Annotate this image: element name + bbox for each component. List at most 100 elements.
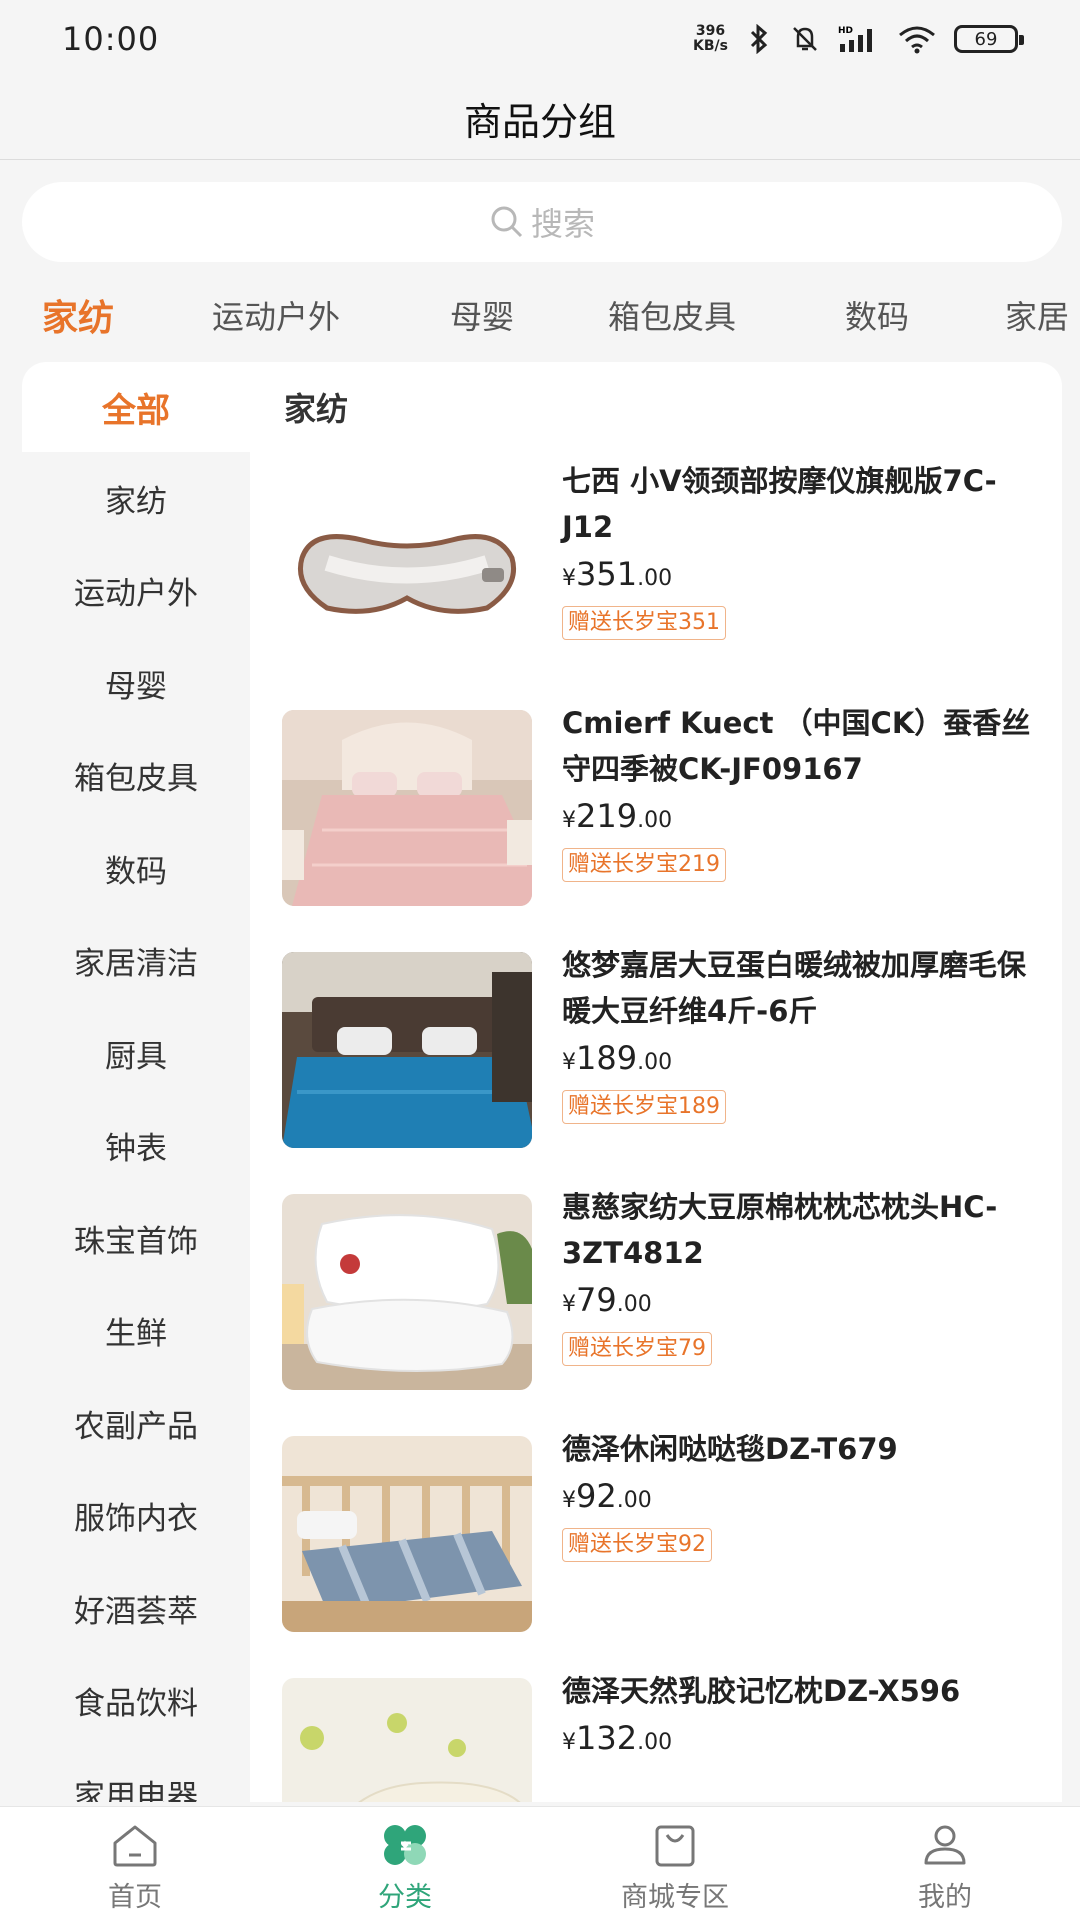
nav-category[interactable]: 分类	[270, 1807, 540, 1920]
home-icon	[113, 1825, 157, 1867]
product-card[interactable]: 七西 小V领颈部按摩仪旗舰版7C-J12 ¥351.00 赠送长岁宝351	[282, 458, 1042, 664]
sidebar-item[interactable]: 食品饮料	[22, 1655, 250, 1748]
price-integer: 132	[576, 1719, 638, 1757]
product-price: ¥351.00	[562, 554, 1042, 600]
price-decimal: .00	[637, 1050, 673, 1075]
section-title: 家纺	[284, 390, 349, 428]
sidebar-item[interactable]: 好酒荟萃	[22, 1562, 250, 1655]
network-speed: 396 KB/s	[693, 24, 728, 54]
sidebar-item[interactable]: 珠宝首饰	[22, 1192, 250, 1285]
pillow-image[interactable]	[282, 1194, 532, 1390]
gift-badge: 赠送长岁宝79	[562, 1332, 712, 1366]
sidebar-item[interactable]: 母婴	[22, 637, 250, 730]
currency-symbol: ¥	[562, 566, 576, 591]
sidebar-item-all[interactable]: 全部	[22, 362, 250, 452]
nav-home[interactable]: 首页	[0, 1807, 270, 1920]
bluetooth-icon	[750, 24, 768, 54]
profile-icon	[924, 1825, 966, 1865]
category-icon	[384, 1825, 426, 1865]
nav-profile-label: 我的	[918, 1882, 972, 1913]
product-price: ¥132.00	[562, 1718, 1042, 1764]
price-integer: 189	[576, 1039, 638, 1077]
sidebar-item[interactable]: 家居清洁	[22, 915, 250, 1008]
content-panel: 全部 家纺 运动户外 母婴 箱包皮具 数码 家居清洁 厨具 钟表 珠宝首饰 生鲜…	[22, 362, 1062, 1802]
product-price: ¥219.00	[562, 796, 1042, 842]
product-card[interactable]: 悠梦嘉居大豆蛋白暖绒被加厚磨毛保暖大豆纤维4斤-6斤 ¥189.00 赠送长岁宝…	[282, 942, 1042, 1148]
currency-symbol: ¥	[562, 808, 576, 833]
battery-level: 69	[974, 28, 998, 50]
blanket-image[interactable]	[282, 1436, 532, 1632]
price-integer: 219	[576, 797, 638, 835]
bottom-nav: 首页 分类 商城专区 我的	[0, 1806, 1080, 1920]
sidebar-item[interactable]: 家用电器	[22, 1747, 250, 1802]
header: 商品分组	[0, 78, 1080, 160]
shopping-bag-icon	[655, 1825, 695, 1867]
price-integer: 351	[576, 555, 638, 593]
product-card[interactable]: 惠慈家纺大豆原棉枕枕芯枕头HC-3ZT4812 ¥79.00 赠送长岁宝79	[282, 1184, 1042, 1390]
sidebar-item[interactable]: 生鲜	[22, 1285, 250, 1378]
neck-massager-image[interactable]	[282, 468, 532, 664]
tab-home[interactable]: 家居	[1005, 292, 1069, 338]
gift-badge: 赠送长岁宝92	[562, 1528, 712, 1562]
svg-text:HD: HD	[838, 26, 853, 36]
product-name: 德泽休闲哒哒毯DZ-T679	[562, 1432, 898, 1466]
currency-symbol: ¥	[562, 1730, 576, 1755]
gift-badge: 赠送长岁宝219	[562, 848, 726, 882]
gift-badge: 赠送长岁宝351	[562, 606, 726, 640]
currency-symbol: ¥	[562, 1292, 576, 1317]
price-decimal: .00	[616, 1488, 652, 1513]
tab-digital[interactable]: 数码	[845, 292, 909, 338]
status-icons: 396 KB/s HD 69	[693, 24, 1024, 54]
search-input[interactable]: 搜索	[22, 182, 1062, 262]
currency-symbol: ¥	[562, 1050, 576, 1075]
price-decimal: .00	[637, 1730, 673, 1755]
blue-quilt-image[interactable]	[282, 952, 532, 1148]
product-name: 悠梦嘉居大豆蛋白暖绒被加厚磨毛保暖大豆纤维4斤-6斤	[562, 948, 1027, 1028]
tab-maternal-baby[interactable]: 母婴	[450, 292, 514, 338]
pink-quilt-image[interactable]	[282, 710, 532, 906]
nav-mall[interactable]: 商城专区	[540, 1807, 810, 1920]
product-name: 惠慈家纺大豆原棉枕枕芯枕头HC-3ZT4812	[562, 1190, 998, 1270]
sidebar: 全部 家纺 运动户外 母婴 箱包皮具 数码 家居清洁 厨具 钟表 珠宝首饰 生鲜…	[22, 362, 250, 1802]
nav-profile[interactable]: 我的	[810, 1807, 1080, 1920]
product-card[interactable]: 德泽天然乳胶记忆枕DZ-X596 ¥132.00	[282, 1668, 1042, 1802]
tab-home-textiles[interactable]: 家纺	[42, 289, 114, 341]
price-decimal: .00	[637, 566, 673, 591]
status-time: 10:00	[62, 20, 160, 58]
network-speed-unit: KB/s	[693, 38, 728, 54]
sidebar-item[interactable]: 农副产品	[22, 1377, 250, 1470]
mute-icon	[793, 27, 817, 51]
gift-badge: 赠送长岁宝189	[562, 1090, 726, 1124]
wifi-icon	[899, 26, 935, 54]
battery-icon: 69	[954, 25, 1024, 53]
sidebar-item[interactable]: 箱包皮具	[22, 730, 250, 823]
nav-category-label: 分类	[378, 1882, 432, 1913]
search-placeholder: 搜索	[530, 205, 595, 243]
sidebar-item[interactable]: 钟表	[22, 1100, 250, 1193]
product-price: ¥79.00	[562, 1280, 1042, 1326]
product-card[interactable]: 德泽休闲哒哒毯DZ-T679 ¥92.00 赠送长岁宝92	[282, 1426, 1042, 1632]
product-name: 德泽天然乳胶记忆枕DZ-X596	[562, 1674, 961, 1708]
page-title: 商品分组	[463, 100, 616, 144]
currency-symbol: ¥	[562, 1488, 576, 1513]
search-bar[interactable]: 搜索	[22, 182, 1062, 262]
sidebar-item[interactable]: 数码	[22, 822, 250, 915]
nav-mall-label: 商城专区	[621, 1882, 729, 1913]
latex-pillow-image[interactable]	[282, 1678, 532, 1802]
product-price: ¥92.00	[562, 1476, 1042, 1522]
price-integer: 79	[576, 1281, 617, 1319]
search-icon	[491, 206, 523, 238]
price-decimal: .00	[637, 808, 673, 833]
sidebar-item[interactable]: 厨具	[22, 1007, 250, 1100]
nav-home-label: 首页	[108, 1882, 162, 1913]
category-tabs: 家纺 运动户外 母婴 箱包皮具 数码 家居	[0, 280, 1080, 350]
product-price: ¥189.00	[562, 1038, 1042, 1084]
status-bar: 10:00 396 KB/s HD 69	[0, 0, 1080, 78]
sidebar-item[interactable]: 运动户外	[22, 545, 250, 638]
product-card[interactable]: Cmierf Kuect （中国CK）蚕香丝守四季被CK-JF09167 ¥21…	[282, 700, 1042, 906]
sidebar-item[interactable]: 家纺	[22, 452, 250, 545]
tab-bags-leather[interactable]: 箱包皮具	[608, 292, 736, 338]
product-list: 家纺 七西 小V领颈部按摩仪旗舰版7C-J12 ¥351.00 赠送长岁宝351	[250, 362, 1062, 1802]
tab-sports-outdoor[interactable]: 运动户外	[212, 292, 340, 338]
sidebar-item[interactable]: 服饰内衣	[22, 1470, 250, 1563]
